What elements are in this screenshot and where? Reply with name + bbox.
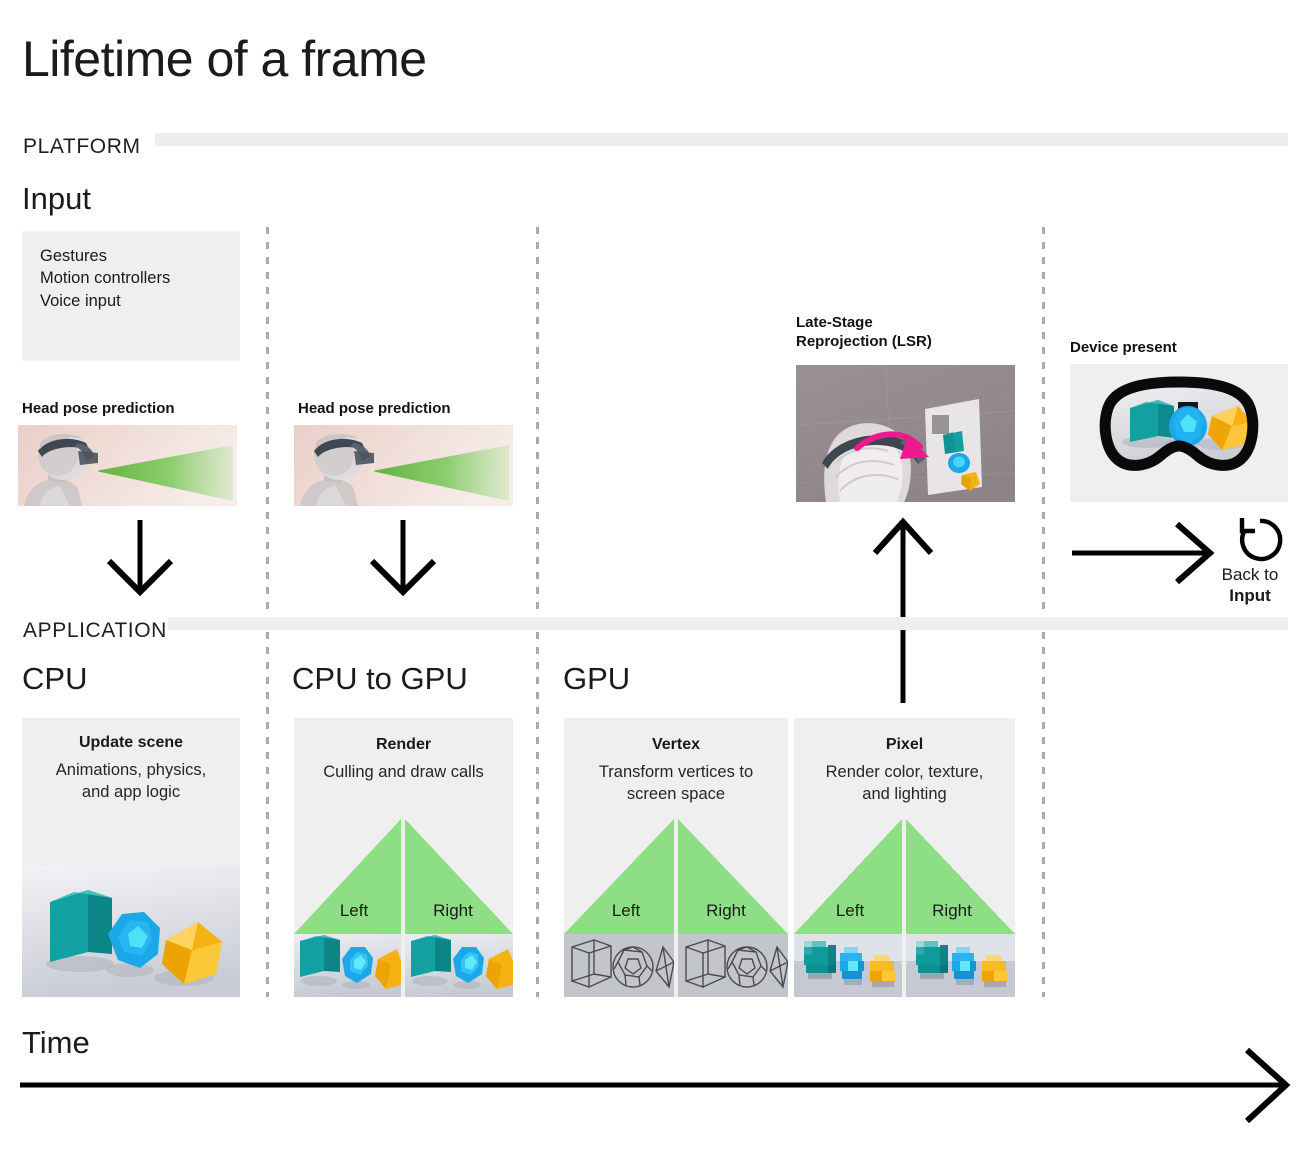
render-title: Render: [375, 736, 432, 753]
stage-panel-update-scene: Update scene Animations, physics, and ap…: [22, 718, 240, 997]
vertex-eye-left-label: Left: [612, 901, 641, 920]
head-pose-prediction-image-1: [18, 425, 237, 506]
stage-panel-vertex: Vertex Transform vertices to screen spac…: [564, 718, 788, 997]
column-divider-3: [1042, 227, 1045, 997]
column-heading-input: Input: [22, 181, 91, 216]
pixel-eye-left-label: Left: [836, 901, 865, 920]
update-scene-title: Update scene: [78, 734, 184, 751]
column-divider-2: [536, 227, 539, 997]
vertex-eye-right-label: Right: [706, 901, 746, 920]
render-eye-right-label: Right: [433, 901, 473, 920]
vertex-eye-right: Right: [678, 819, 788, 997]
stage-panel-render: Render Culling and draw calls Left Right: [294, 718, 513, 997]
render-eye-left-label: Left: [340, 901, 369, 920]
column-divider-1: [266, 227, 269, 997]
platform-band-label: PLATFORM: [23, 135, 141, 158]
head-pose-prediction-label-2: Head pose prediction: [298, 400, 451, 417]
back-to-line2: Input: [1229, 586, 1271, 606]
pixel-subtitle: Render color, texture, and lighting: [825, 763, 984, 803]
render-subtitle: Culling and draw calls: [323, 763, 484, 781]
column-heading-cpu: CPU: [22, 661, 88, 696]
pixel-eye-left: Left: [794, 819, 902, 997]
application-band-label: APPLICATION: [23, 619, 167, 642]
column-heading-gpu: GPU: [563, 661, 631, 696]
time-axis-arrow: [20, 1045, 1295, 1130]
stage-panel-pixel: Pixel Render color, texture, and lightin…: [794, 718, 1015, 997]
vertex-eye-left: Left: [564, 819, 674, 997]
page-title: Lifetime of a frame: [22, 31, 427, 87]
arrow-up-pixel-to-lsr: [863, 513, 943, 703]
device-present-image: [1070, 364, 1288, 502]
device-present-label: Device present: [1070, 339, 1177, 356]
head-pose-prediction-label-1: Head pose prediction: [22, 400, 175, 417]
vertex-title: Vertex: [651, 736, 701, 753]
head-pose-prediction-image-2: [294, 425, 513, 506]
refresh-loop-icon: [1232, 512, 1288, 568]
input-sources-panel: Gestures Motion controllers Voice input: [22, 231, 240, 361]
back-to-line1: Back to: [1221, 565, 1279, 584]
pixel-title: Pixel: [885, 736, 924, 753]
lsr-label: Late-Stage Reprojection (LSR): [796, 314, 932, 350]
update-scene-render: [22, 866, 240, 997]
update-scene-subtitle: Animations, physics, and app logic: [55, 761, 207, 801]
lsr-image: [796, 365, 1015, 502]
vertex-subtitle: Transform vertices to screen space: [598, 763, 754, 803]
arrow-down-input-to-cpu: [95, 518, 185, 598]
render-eye-right: Right: [405, 819, 513, 997]
platform-band-bar: [155, 133, 1288, 146]
pixel-eye-right-label: Right: [932, 901, 972, 920]
render-eye-left: Left: [294, 819, 401, 997]
pixel-eye-right: Right: [906, 819, 1015, 997]
back-to-input-label: Back to Input: [1195, 564, 1305, 607]
column-heading-cpu-to-gpu: CPU to GPU: [292, 661, 468, 696]
arrow-down-input-to-cpu-gpu: [358, 518, 448, 598]
application-band-bar: [168, 617, 1288, 630]
input-sources-list: Gestures Motion controllers Voice input: [40, 247, 171, 310]
